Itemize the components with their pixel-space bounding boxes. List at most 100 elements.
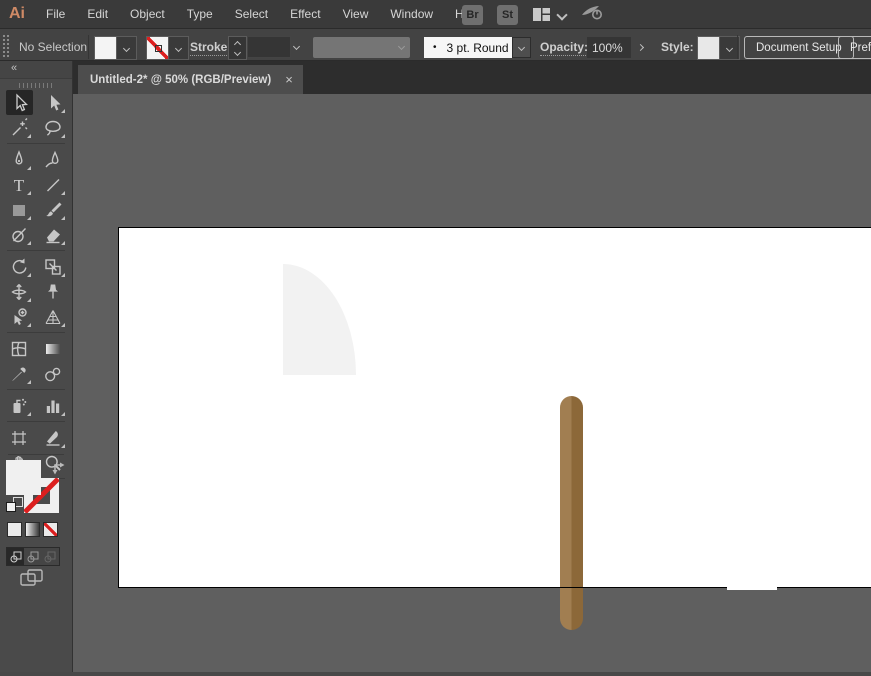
tool-row (0, 425, 72, 450)
column-graph-tool[interactable] (40, 393, 67, 418)
menu-effect[interactable]: Effect (279, 0, 331, 29)
rocket-performance-icon[interactable] (580, 2, 606, 27)
fill-indicator-swatch[interactable] (6, 460, 41, 495)
paintbrush-tool[interactable] (40, 197, 67, 222)
selection-tool[interactable] (6, 90, 33, 115)
menu-file[interactable]: File (35, 0, 76, 29)
gradient-tool[interactable] (40, 336, 67, 361)
magic-wand-tool[interactable] (6, 115, 33, 140)
stroke-panel-link[interactable]: Stroke: (190, 40, 231, 56)
fill-swatch[interactable] (95, 37, 117, 59)
opacity-value-field[interactable]: 100% (587, 37, 631, 58)
control-bar: No Selection Stroke: • 3 pt. Round Opaci… (0, 29, 871, 61)
line-segment-tool[interactable] (40, 172, 67, 197)
mesh-tool[interactable] (6, 336, 33, 361)
tool-row (0, 90, 72, 115)
menu-select[interactable]: Select (224, 0, 279, 29)
artboard[interactable] (118, 227, 871, 588)
rectangle-tool[interactable] (6, 197, 33, 222)
menu-edit[interactable]: Edit (76, 0, 119, 29)
eyedropper-tool[interactable] (6, 361, 33, 386)
color-button[interactable] (7, 522, 22, 537)
close-tab-icon[interactable]: × (285, 73, 293, 86)
menu-window[interactable]: Window (379, 0, 444, 29)
scale-tool[interactable] (40, 254, 67, 279)
collapse-panel-button[interactable]: « (0, 61, 72, 79)
tool-row (0, 361, 72, 386)
flyout-corner-icon (27, 216, 31, 220)
flyout-corner-icon (27, 380, 31, 384)
rotate-tool[interactable] (6, 254, 33, 279)
panel-grip[interactable] (19, 83, 53, 88)
stroke-weight-chevron-icon[interactable] (293, 43, 300, 50)
flyout-corner-icon (61, 109, 65, 113)
curvature-tool[interactable] (40, 147, 67, 172)
flyout-corner-icon (27, 134, 31, 138)
puppet-warp-tool[interactable] (40, 279, 67, 304)
type-tool[interactable]: T (6, 172, 33, 197)
bridge-button[interactable]: Br (462, 5, 483, 25)
stroke-weight-field[interactable] (247, 36, 291, 58)
menu-type[interactable]: Type (176, 0, 224, 29)
blend-tool[interactable] (40, 361, 67, 386)
chevron-down-icon[interactable] (169, 37, 188, 59)
draw-inside-button[interactable] (42, 548, 59, 565)
slice-tool[interactable] (40, 425, 67, 450)
tool-row (0, 279, 72, 304)
divider (7, 421, 65, 422)
menu-object[interactable]: Object (119, 0, 176, 29)
swap-fill-stroke-icon[interactable] (51, 461, 67, 482)
style-swatch[interactable] (698, 37, 720, 59)
flyout-corner-icon (27, 166, 31, 170)
change-screen-mode-icon[interactable] (20, 569, 44, 592)
opacity-options-button[interactable] (633, 37, 648, 58)
width-tool[interactable] (6, 279, 33, 304)
eraser-tool[interactable] (40, 222, 67, 247)
default-fill-stroke-icon[interactable] (6, 497, 24, 513)
lasso-tool[interactable] (40, 115, 67, 140)
fill-color-dropdown[interactable] (94, 36, 137, 60)
stepper-up-icon[interactable] (234, 40, 241, 47)
symbol-sprayer-tool[interactable] (6, 393, 33, 418)
tools-panel: « T (0, 61, 73, 676)
stroke-weight-stepper[interactable] (228, 36, 247, 60)
stick-shape[interactable] (560, 396, 583, 630)
tool-row (0, 147, 72, 172)
draw-behind-button[interactable] (24, 548, 41, 565)
artboard-tool[interactable] (6, 425, 33, 450)
brush-chevron-button[interactable] (512, 37, 531, 58)
chevron-down-icon[interactable] (117, 37, 136, 59)
none-button[interactable] (43, 522, 58, 537)
svg-text:T: T (14, 176, 25, 195)
stepper-down-icon[interactable] (234, 48, 241, 55)
panel-grip[interactable] (2, 34, 10, 58)
pen-tool[interactable] (6, 147, 33, 172)
illustrator-logo: Ai (9, 5, 25, 23)
stock-button[interactable]: St (497, 5, 518, 25)
direct-selection-tool[interactable] (40, 90, 67, 115)
brush-definition-dropdown[interactable]: • 3 pt. Round (424, 37, 512, 58)
flyout-corner-icon (61, 191, 65, 195)
divider (88, 35, 89, 59)
workspace-switcher-icon[interactable] (532, 6, 566, 23)
color-mode-buttons (7, 522, 58, 537)
flyout-corner-icon (27, 412, 31, 416)
flyout-corner-icon (61, 323, 65, 327)
shaper-tool[interactable] (6, 222, 33, 247)
menu-bar: Ai File Edit Object Type Select Effect V… (0, 0, 871, 29)
stroke-none-swatch[interactable] (147, 37, 169, 59)
menu-view[interactable]: View (332, 0, 380, 29)
tool-row (0, 336, 72, 361)
perspective-grid-tool[interactable] (40, 304, 67, 329)
divider (7, 332, 65, 333)
shape-builder-tool[interactable] (6, 304, 33, 329)
stroke-color-dropdown[interactable] (146, 36, 189, 60)
opacity-panel-link[interactable]: Opacity: (540, 40, 588, 56)
document-tab[interactable]: Untitled-2* @ 50% (RGB/Preview) × (78, 65, 303, 94)
gradient-button[interactable] (25, 522, 40, 537)
white-notch-shape[interactable] (727, 577, 777, 590)
draw-normal-button[interactable] (7, 548, 24, 565)
preferences-button[interactable]: Preferences (838, 36, 871, 59)
style-dropdown[interactable] (697, 36, 740, 60)
drawing-mode-switch (6, 547, 60, 566)
